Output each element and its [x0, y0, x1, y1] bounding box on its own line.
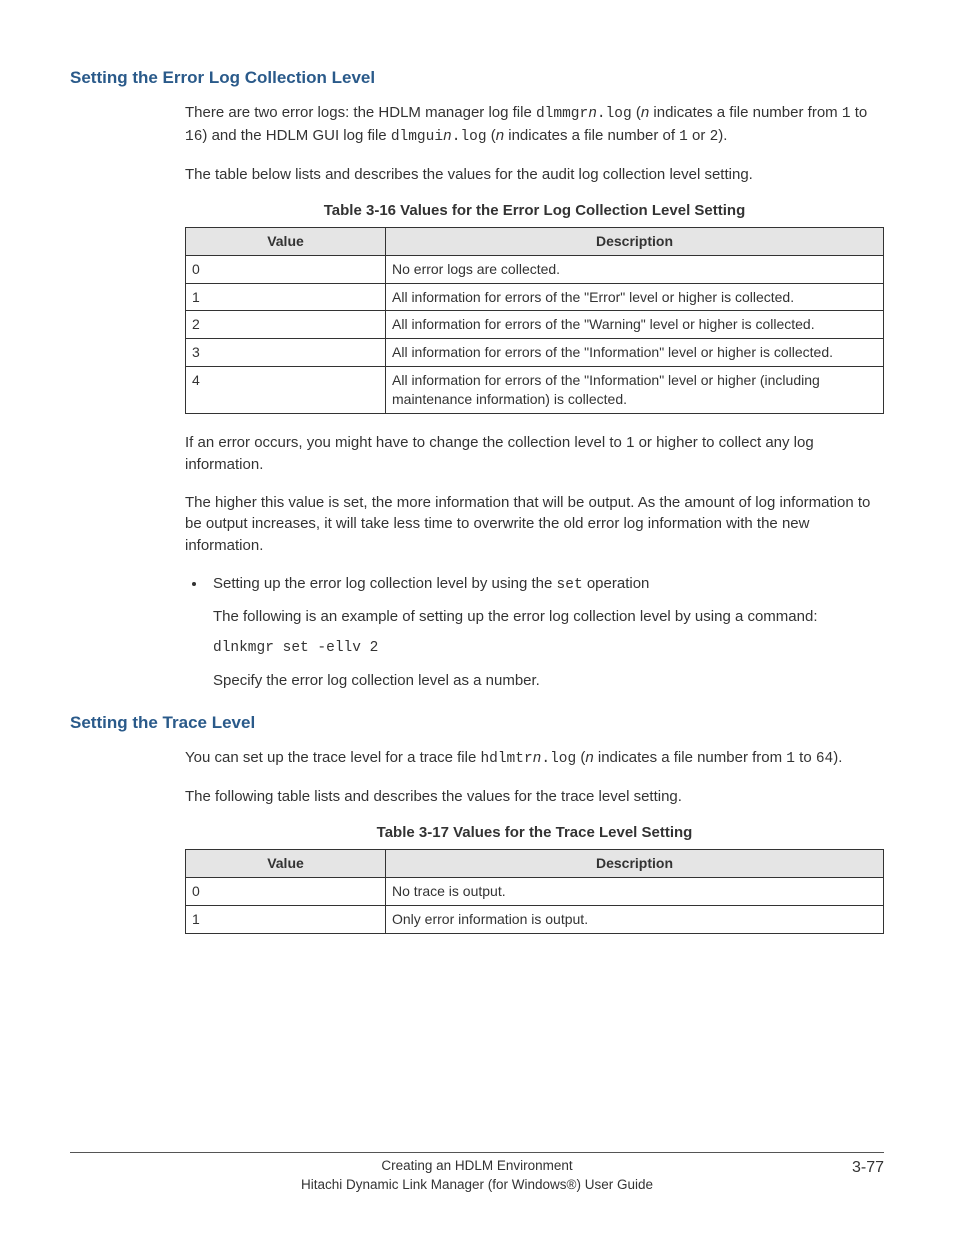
- cell-value: 3: [186, 339, 386, 367]
- s1p1-e: ) and the HDLM GUI log file: [202, 127, 390, 144]
- s1-para2: The table below lists and describes the …: [185, 164, 884, 186]
- table-row: 0No trace is output.: [186, 877, 884, 905]
- cell-value: 1: [186, 905, 386, 933]
- s1p1-ital2: n: [641, 104, 649, 121]
- s1p1-code7: 1: [679, 129, 688, 145]
- s2p1-ital2: n: [585, 749, 593, 766]
- s1-bullet-list: Setting up the error log collection leve…: [185, 573, 884, 596]
- s1-para3: If an error occurs, you might have to ch…: [185, 432, 884, 476]
- table-row: 4All information for errors of the "Info…: [186, 367, 884, 414]
- s1p1-ital3: n: [443, 129, 452, 145]
- s1p1-b: (: [632, 104, 641, 121]
- s1p1-code6: .log: [452, 129, 487, 145]
- s2-para2: The following table lists and describes …: [185, 786, 884, 808]
- cell-desc: No trace is output.: [386, 877, 884, 905]
- s2p1-d: to: [795, 749, 816, 766]
- s1p1-i: ).: [718, 127, 727, 144]
- s1p1-ital1: n: [588, 106, 597, 122]
- s2p1-e: ).: [833, 749, 842, 766]
- cell-desc: All information for errors of the "Error…: [386, 283, 884, 311]
- s1p1-code8: 2: [710, 129, 719, 145]
- s2p1-code4: 64: [816, 751, 833, 767]
- table-3-16-caption: Table 3-16 Values for the Error Log Coll…: [185, 202, 884, 219]
- s1p1-c: indicates a file number from: [649, 104, 842, 121]
- s1-code-example: dlnkmgr set -ellv 2: [213, 640, 884, 656]
- s1p1-g: indicates a file number of: [504, 127, 679, 144]
- s1-para4: The higher this value is set, the more i…: [185, 492, 884, 557]
- cell-desc: All information for errors of the "Infor…: [386, 367, 884, 414]
- cell-desc: All information for errors of the "Infor…: [386, 339, 884, 367]
- section1-content: There are two error logs: the HDLM manag…: [185, 102, 884, 691]
- s1b1-b: operation: [583, 575, 650, 592]
- table-3-17-caption: Table 3-17 Values for the Trace Level Se…: [185, 824, 884, 841]
- s1-para1: There are two error logs: the HDLM manag…: [185, 102, 884, 148]
- table-3-16: Value Description 0No error logs are col…: [185, 227, 884, 414]
- s2p1-code1: hdlmtr: [480, 751, 532, 767]
- s1p1-ital4: n: [496, 127, 504, 144]
- table-row: 3All information for errors of the "Info…: [186, 339, 884, 367]
- s1b1-a: Setting up the error log collection leve…: [213, 575, 557, 592]
- s2p1-b: (: [576, 749, 585, 766]
- s2p1-a: You can set up the trace level for a tra…: [185, 749, 480, 766]
- table-row: 1Only error information is output.: [186, 905, 884, 933]
- s1-para5: Specify the error log collection level a…: [213, 670, 884, 692]
- s1p1-code5: dlmgui: [391, 129, 443, 145]
- s1p1-code3: 1: [842, 106, 851, 122]
- s1p1-code4: 16: [185, 129, 202, 145]
- table-row: 2All information for errors of the "Warn…: [186, 311, 884, 339]
- section2-content: You can set up the trace level for a tra…: [185, 747, 884, 933]
- cell-value: 0: [186, 255, 386, 283]
- page-number: 3-77: [852, 1157, 884, 1179]
- table-3-17: Value Description 0No trace is output.1O…: [185, 849, 884, 934]
- page-footer: 3-77 Creating an HDLM Environment Hitach…: [70, 1152, 884, 1195]
- t317-th-desc: Description: [386, 850, 884, 878]
- s1-bullet1-sub: The following is an example of setting u…: [213, 606, 884, 628]
- section-heading-trace-level: Setting the Trace Level: [70, 713, 884, 733]
- footer-line1: Creating an HDLM Environment: [70, 1157, 884, 1176]
- s2p1-code2: .log: [541, 751, 576, 767]
- s2p1-c: indicates a file number from: [594, 749, 787, 766]
- cell-desc: No error logs are collected.: [386, 255, 884, 283]
- cell-value: 0: [186, 877, 386, 905]
- s2p1-code3: 1: [786, 751, 795, 767]
- s1p1-d: to: [851, 104, 868, 121]
- table-row: 1All information for errors of the "Erro…: [186, 283, 884, 311]
- cell-desc: All information for errors of the "Warni…: [386, 311, 884, 339]
- s1b1-code: set: [557, 577, 583, 593]
- cell-desc: Only error information is output.: [386, 905, 884, 933]
- cell-value: 1: [186, 283, 386, 311]
- cell-value: 2: [186, 311, 386, 339]
- table-row: 0No error logs are collected.: [186, 255, 884, 283]
- s1p1-a: There are two error logs: the HDLM manag…: [185, 104, 536, 121]
- cell-value: 4: [186, 367, 386, 414]
- s1p1-code2: .log: [597, 106, 632, 122]
- s1p1-code1: dlmmgr: [536, 106, 588, 122]
- t316-th-desc: Description: [386, 227, 884, 255]
- s1p1-h: or: [688, 127, 710, 144]
- s1-bullet1: Setting up the error log collection leve…: [207, 573, 884, 596]
- t317-th-value: Value: [186, 850, 386, 878]
- s1p1-f: (: [487, 127, 496, 144]
- section-heading-error-log: Setting the Error Log Collection Level: [70, 68, 884, 88]
- t316-th-value: Value: [186, 227, 386, 255]
- s2-para1: You can set up the trace level for a tra…: [185, 747, 884, 770]
- footer-line2: Hitachi Dynamic Link Manager (for Window…: [70, 1176, 884, 1195]
